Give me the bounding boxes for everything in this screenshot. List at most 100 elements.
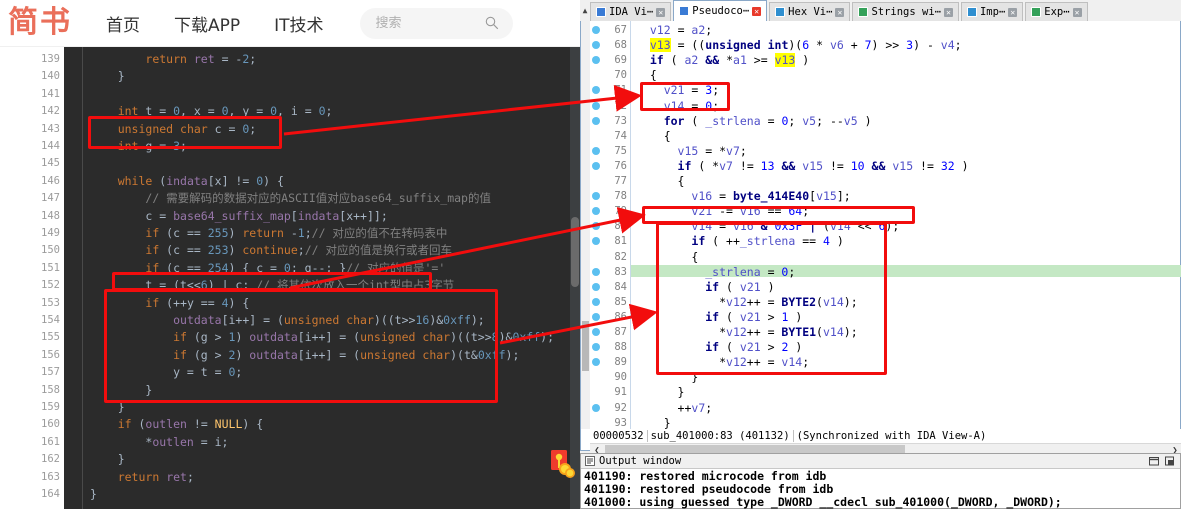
exports-icon [1031, 7, 1042, 17]
code-scrollbar[interactable] [570, 47, 580, 509]
code-line-147: // 需要解码的数据对应的ASCII值对应base64_suffix_map的值 [145, 191, 491, 206]
pseudocode-line-number-90: 90 [614, 371, 627, 384]
breakpoint-dot-67[interactable] [592, 26, 600, 34]
pseudocode-line-number-67: 67 [614, 24, 627, 36]
ida-tab-label: IDA Vi⋯ [609, 6, 654, 18]
pseudocode-line-78[interactable]: v16 = byte_414E40[v15]; [636, 190, 850, 202]
code-scrollbar-thumb[interactable] [571, 217, 579, 287]
ida-tab-5[interactable]: Exp⋯ ✕ [1025, 2, 1088, 21]
breakpoint-dot-78[interactable] [592, 192, 600, 201]
pseudocode-line-67[interactable]: v12 = a2; [636, 24, 712, 36]
breakpoint-dot-81[interactable] [592, 237, 600, 246]
ida-window: ▲ IDA Vi⋯ ✕ Pseudoco⋯ ✕ Hex Vi⋯ ✕ Strings wi⋯ ✕… [580, 0, 1181, 509]
close-icon[interactable]: ✕ [1072, 7, 1082, 17]
close-icon[interactable]: ✕ [1008, 7, 1018, 17]
nav-item-home[interactable]: 首页 [106, 11, 140, 36]
pseudocode-line-73[interactable]: for ( _strlena = 0; v5; --v5 ) [636, 115, 872, 127]
pseudocode-vertical-scrollbar[interactable] [581, 21, 590, 429]
pseudocode-line-number-87: 87 [614, 326, 627, 338]
breakpoint-dot-73[interactable] [592, 116, 600, 125]
red-envelope-icon[interactable] [549, 448, 577, 482]
close-icon[interactable]: ✕ [835, 7, 845, 17]
breakpoint-dot-68[interactable] [592, 41, 600, 50]
pseudocode-line-70[interactable]: { [636, 69, 657, 81]
pseudocode-line-number-82: 82 [614, 250, 627, 263]
code-line-number-154: 154 [41, 314, 60, 326]
code-line-number-155: 155 [41, 331, 60, 344]
ida-tab-0[interactable]: IDA Vi⋯ ✕ [590, 2, 672, 21]
breakpoint-dot-79[interactable] [592, 207, 600, 216]
pseudocode-line-number-70: 70 [614, 69, 627, 82]
pseudocode-line-number-84: 84 [614, 280, 627, 293]
code-line-161: *outlen = i; [90, 434, 229, 449]
tab-scroll-up-icon[interactable]: ▲ [580, 0, 590, 21]
code-line-number-149: 149 [41, 227, 60, 239]
breakpoint-dot-76[interactable] [592, 161, 600, 170]
ida-tab-2[interactable]: Hex Vi⋯ ✕ [769, 2, 851, 21]
breakpoint-dot-88[interactable] [592, 343, 600, 352]
code-line-number-159: 159 [41, 401, 60, 413]
breakpoint-dot-71[interactable] [592, 86, 600, 95]
breakpoint-dot-83[interactable] [592, 267, 600, 276]
ida-tab-label: Imp⋯ [979, 6, 1006, 18]
pseudocode-line-75[interactable]: v15 = *v7; [636, 145, 747, 157]
pseudocode-line-number-71: 71 [614, 84, 627, 97]
ida-tab-1[interactable]: Pseudoco⋯ ✕ [673, 0, 768, 21]
pseudocode-line-number-86: 86 [614, 310, 627, 323]
strings-icon [858, 7, 869, 17]
pseudocode-line-number-78: 78 [614, 190, 627, 203]
pseudocode-line-74[interactable]: { [636, 130, 671, 142]
close-icon[interactable]: ✕ [752, 6, 762, 16]
breakpoint-dot-85[interactable] [592, 297, 600, 306]
code-line-139: return ret = -2; [145, 52, 257, 66]
pseudocode-line-number-74: 74 [614, 129, 627, 142]
close-icon[interactable]: ✕ [943, 7, 953, 17]
breakpoint-dot-80[interactable] [592, 222, 600, 231]
search-box[interactable] [359, 7, 513, 39]
pseudocode-line-91[interactable]: } [636, 386, 685, 398]
site-header: 简书 首页 下载APP IT技术 [0, 0, 580, 47]
ida-tabs: IDA Vi⋯ ✕ Pseudoco⋯ ✕ Hex Vi⋯ ✕ Strings wi⋯ ✕ Im… [590, 0, 1090, 21]
pseudocode-line-69[interactable]: if ( a2 && *a1 >= v13 ) [636, 53, 809, 68]
breakpoint-dot-86[interactable] [592, 312, 600, 321]
pseudocode-breakpoint-column[interactable] [590, 21, 603, 429]
site-logo[interactable]: 简书 [8, 8, 72, 38]
ida-tabbar: ▲ IDA Vi⋯ ✕ Pseudoco⋯ ✕ Hex Vi⋯ ✕ Strings wi⋯ ✕… [580, 0, 1181, 21]
output-line-2: 401000: using guessed type _DWORD __cdec… [584, 495, 1062, 509]
pseudocode-line-92[interactable]: ++v7; [636, 402, 713, 414]
search-input[interactable] [373, 14, 474, 32]
breakpoint-dot-69[interactable] [592, 56, 600, 65]
nav-item-download-app[interactable]: 下载APP [174, 11, 240, 36]
code-line-number-163: 163 [41, 470, 60, 483]
restore-icon[interactable] [1148, 455, 1160, 467]
ida-tab-3[interactable]: Strings wi⋯ ✕ [852, 2, 959, 21]
search-icon[interactable] [485, 16, 499, 30]
annotation-box-output [104, 289, 498, 403]
breakpoint-dot-89[interactable] [592, 358, 600, 367]
pseudocode-icon [679, 6, 690, 16]
dock-icon[interactable] [1164, 455, 1176, 467]
pseudocode-line-93[interactable]: } [636, 417, 671, 429]
pseudocode-line-number-73: 73 [614, 114, 627, 127]
pseudocode-line-number-85: 85 [614, 295, 627, 308]
pseudocode-line-number-75: 75 [614, 144, 627, 157]
pseudocode-scrollbar-thumb[interactable] [582, 321, 589, 371]
breakpoint-dot-72[interactable] [592, 101, 600, 110]
close-icon[interactable]: ✕ [656, 7, 666, 17]
pseudocode-line-68[interactable]: v13 = ((unsigned int)(6 * v6 + 7) >> 3) … [636, 38, 962, 53]
breakpoint-dot-87[interactable] [592, 328, 600, 336]
breakpoint-dot-84[interactable] [592, 282, 600, 291]
pseudocode-line-number-91: 91 [614, 386, 627, 399]
code-line-number-158: 158 [41, 383, 60, 396]
nav-item-it-tech[interactable]: IT技术 [274, 11, 323, 36]
breakpoint-dot-92[interactable] [592, 403, 600, 412]
ida-tab-4[interactable]: Imp⋯ ✕ [960, 2, 1024, 21]
pseudocode-line-number-79: 79 [614, 205, 627, 218]
code-line-140: } [90, 69, 125, 84]
code-line-number-146: 146 [41, 174, 60, 187]
code-line-number-161: 161 [41, 435, 60, 448]
pseudocode-line-77[interactable]: { [636, 175, 685, 187]
output-window-icon [585, 456, 595, 466]
pseudocode-line-76[interactable]: if ( *v7 != 13 && v15 != 10 && v15 != 32… [636, 160, 969, 172]
breakpoint-dot-75[interactable] [592, 146, 600, 155]
